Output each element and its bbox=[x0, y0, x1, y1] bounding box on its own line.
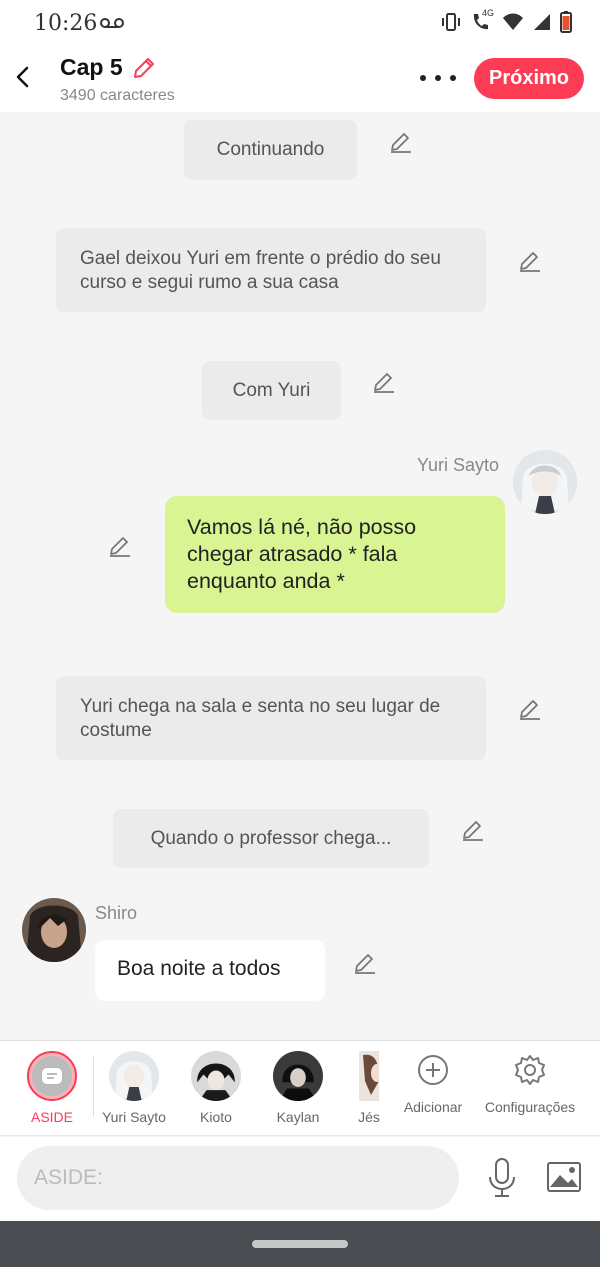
home-gesture-handle[interactable] bbox=[252, 1240, 348, 1248]
edit-message-icon[interactable] bbox=[518, 696, 542, 720]
character-label: Adicionar bbox=[403, 1099, 463, 1115]
settings-button[interactable]: Configurações bbox=[480, 1051, 580, 1115]
edit-title-icon[interactable] bbox=[131, 55, 157, 81]
avatar-shiro[interactable] bbox=[22, 898, 86, 962]
next-button[interactable]: Próximo bbox=[474, 58, 584, 99]
call-4g-icon: 4G bbox=[470, 8, 494, 32]
character-label: Configurações bbox=[484, 1099, 576, 1115]
microphone-icon[interactable] bbox=[486, 1157, 518, 1199]
narration-bubble[interactable]: Com Yuri bbox=[202, 361, 341, 420]
character-selector[interactable]: ASIDE Yuri Sayto Kioto Kaylan Jés Adicio… bbox=[0, 1040, 600, 1136]
character-avatar bbox=[191, 1051, 241, 1101]
narration-text: Com Yuri bbox=[232, 379, 311, 401]
image-icon[interactable] bbox=[546, 1161, 582, 1193]
edit-message-icon[interactable] bbox=[372, 369, 396, 393]
character-yuri-sayto[interactable]: Yuri Sayto bbox=[93, 1051, 175, 1125]
add-character-button[interactable]: Adicionar bbox=[392, 1051, 474, 1115]
back-arrow-icon[interactable] bbox=[12, 62, 34, 92]
status-icons: 4G bbox=[440, 8, 572, 33]
add-circle-icon bbox=[418, 1055, 448, 1085]
status-bar: 10:26 4G bbox=[0, 0, 600, 46]
network-type-label: 4G bbox=[482, 8, 495, 18]
character-avatar bbox=[109, 1051, 159, 1101]
composer-bar bbox=[0, 1137, 600, 1221]
avatar-yuri-sayto[interactable] bbox=[513, 450, 577, 514]
character-label: Kioto bbox=[200, 1109, 232, 1125]
character-label: ASIDE bbox=[30, 1109, 73, 1125]
narration-text: Quando o professor chega... bbox=[150, 827, 392, 849]
narration-text: Gael deixou Yuri em frente o prédio do s… bbox=[80, 248, 441, 293]
gear-icon bbox=[515, 1055, 545, 1085]
character-count: 3490 caracteres bbox=[60, 87, 175, 104]
more-options-icon[interactable] bbox=[420, 66, 456, 90]
narration-bubble[interactable]: Quando o professor chega... bbox=[113, 809, 429, 868]
voicemail-icon bbox=[100, 18, 124, 28]
chat-area[interactable]: Continuando Gael deixou Yuri em frente o… bbox=[0, 112, 600, 1040]
speaker-name: Yuri Sayto bbox=[417, 455, 500, 475]
narration-text: Yuri chega na sala e senta no seu lugar … bbox=[80, 696, 441, 741]
edit-message-icon[interactable] bbox=[461, 817, 485, 841]
narration-bubble[interactable]: Continuando bbox=[184, 120, 357, 180]
signal-icon bbox=[534, 14, 550, 30]
dialogue-bubble[interactable]: Boa noite a todos bbox=[95, 940, 325, 1001]
character-label: Yuri Sayto bbox=[102, 1109, 166, 1125]
character-jes[interactable]: Jés bbox=[339, 1051, 399, 1125]
edit-message-icon[interactable] bbox=[518, 248, 542, 272]
aside-avatar bbox=[27, 1051, 77, 1101]
narration-text: Continuando bbox=[216, 139, 325, 160]
character-kaylan[interactable]: Kaylan bbox=[257, 1051, 339, 1125]
character-avatar bbox=[359, 1051, 379, 1101]
system-nav-bar bbox=[0, 1221, 600, 1267]
chat-bubble-icon bbox=[42, 1068, 62, 1084]
chapter-header: Cap 5 3490 caracteres Próximo bbox=[0, 46, 600, 112]
narration-bubble[interactable]: Yuri chega na sala e senta no seu lugar … bbox=[56, 676, 486, 760]
status-time: 10:26 bbox=[34, 11, 98, 36]
character-label: Jés bbox=[358, 1109, 380, 1125]
vibrate-icon bbox=[442, 13, 460, 31]
edit-message-icon[interactable] bbox=[353, 950, 377, 974]
dialogue-bubble[interactable]: Vamos lá né, não posso chegar atrasado *… bbox=[165, 496, 505, 613]
message-input[interactable] bbox=[17, 1146, 459, 1210]
chapter-title-block: Cap 5 3490 caracteres bbox=[60, 54, 175, 105]
edit-message-icon[interactable] bbox=[108, 533, 132, 557]
character-aside[interactable]: ASIDE bbox=[11, 1051, 93, 1125]
chapter-title: Cap 5 bbox=[60, 54, 123, 80]
edit-message-icon[interactable] bbox=[389, 129, 413, 153]
character-label: Kaylan bbox=[276, 1109, 320, 1125]
character-kioto[interactable]: Kioto bbox=[175, 1051, 257, 1125]
character-avatar bbox=[273, 1051, 323, 1101]
narration-bubble[interactable]: Gael deixou Yuri em frente o prédio do s… bbox=[56, 228, 486, 312]
speaker-name: Shiro bbox=[95, 903, 138, 923]
battery-low-icon bbox=[560, 11, 572, 33]
wifi-icon bbox=[503, 13, 523, 30]
